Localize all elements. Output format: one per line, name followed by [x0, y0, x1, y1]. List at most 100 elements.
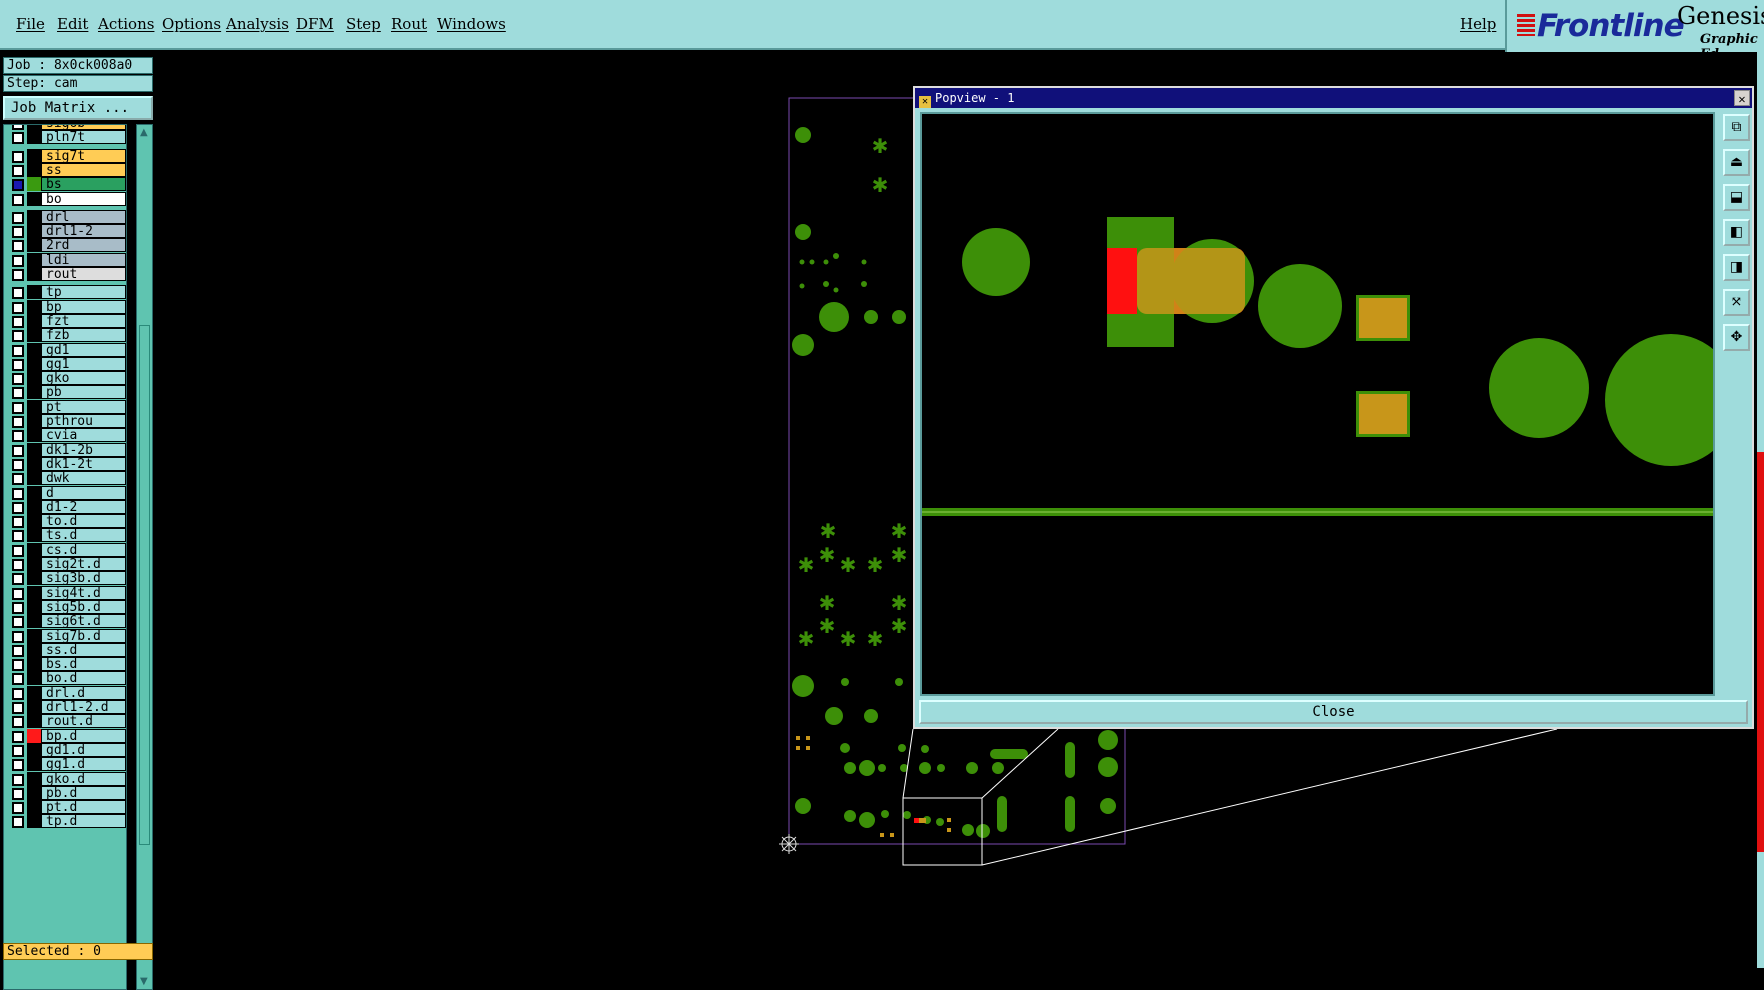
layer-checkbox[interactable]: [12, 473, 24, 486]
layer-color-swatch[interactable]: [27, 125, 41, 130]
popview-titlebar[interactable]: ✕ Popview - 1 ✕: [915, 88, 1752, 108]
layer-name[interactable]: gko.d: [41, 771, 126, 786]
layer-checkbox[interactable]: [12, 132, 24, 145]
layer-color-swatch[interactable]: [27, 328, 41, 343]
layer-checkbox[interactable]: [12, 125, 24, 130]
layer-row[interactable]: tp.d: [4, 814, 126, 829]
layer-row[interactable]: bp.d: [4, 728, 126, 744]
layer-color-swatch[interactable]: [27, 371, 41, 386]
layer-row[interactable]: ss: [4, 162, 126, 178]
layer-name[interactable]: drl: [41, 209, 126, 224]
layer-checkbox[interactable]: [12, 559, 24, 571]
layer-row[interactable]: fzt: [4, 313, 126, 329]
layer-row[interactable]: bo: [4, 191, 126, 207]
menu-actions[interactable]: Actions: [98, 15, 154, 33]
popview-close-button[interactable]: Close: [919, 700, 1748, 724]
layer-color-swatch[interactable]: [27, 785, 41, 800]
layer-color-swatch[interactable]: [27, 399, 41, 414]
layer-checkbox[interactable]: [12, 358, 24, 371]
layer-name[interactable]: bs: [41, 177, 126, 192]
layer-list[interactable]: sig6bpln7tsig7tssbsbodrldrl1-22rdldirout…: [3, 124, 127, 990]
layer-checkbox[interactable]: [12, 401, 24, 414]
layer-color-swatch[interactable]: [27, 191, 41, 206]
layer-color-swatch[interactable]: [27, 628, 41, 643]
layer-color-swatch[interactable]: [27, 499, 41, 514]
layer-color-swatch[interactable]: [27, 657, 41, 672]
layer-row[interactable]: to.d: [4, 514, 126, 529]
layer-color-swatch[interactable]: [27, 148, 41, 163]
layer-name[interactable]: ts.d: [41, 528, 126, 543]
layer-color-swatch[interactable]: [27, 414, 41, 428]
layer-checkbox[interactable]: [12, 240, 24, 253]
layer-checkbox[interactable]: [12, 687, 24, 700]
menu-options[interactable]: Options: [162, 15, 221, 33]
layer-row[interactable]: cvia: [4, 428, 126, 443]
layer-row[interactable]: dk1-2b: [4, 442, 126, 458]
layer-color-swatch[interactable]: [27, 614, 41, 629]
layer-color-swatch[interactable]: [27, 267, 41, 281]
layer-name[interactable]: cs.d: [41, 542, 126, 557]
layer-checkbox[interactable]: [12, 816, 24, 829]
menu-step[interactable]: Step: [346, 15, 381, 33]
layer-name[interactable]: drl1-2: [41, 224, 126, 239]
layer-color-swatch[interactable]: [27, 685, 41, 700]
layer-row[interactable]: rout.d: [4, 714, 126, 729]
layer-row[interactable]: gd1.d: [4, 742, 126, 758]
layer-color-swatch[interactable]: [27, 528, 41, 543]
layer-name[interactable]: pb.d: [41, 785, 126, 800]
layer-name[interactable]: pt: [41, 399, 126, 414]
layer-checkbox[interactable]: [12, 226, 24, 239]
scroll-up-icon[interactable]: ▲: [140, 127, 148, 138]
layer-row[interactable]: gko.d: [4, 771, 126, 787]
scroll-down-icon[interactable]: ▼: [140, 976, 148, 987]
pan-left-icon[interactable]: ◧: [1723, 219, 1750, 246]
layer-checkbox[interactable]: [12, 330, 24, 343]
layer-name[interactable]: gg1.d: [41, 757, 126, 772]
layer-name[interactable]: pln7t: [41, 130, 126, 145]
layer-name[interactable]: sig7b.d: [41, 628, 126, 643]
zoom-in-icon[interactable]: ⤧: [1723, 289, 1750, 316]
layer-checkbox[interactable]: [12, 269, 24, 281]
layer-row[interactable]: gg1: [4, 356, 126, 372]
layer-row[interactable]: fzb: [4, 328, 126, 343]
menu-analysis[interactable]: Analysis: [226, 15, 289, 33]
layer-color-swatch[interactable]: [27, 428, 41, 443]
layer-color-swatch[interactable]: [27, 742, 41, 757]
layer-checkbox[interactable]: [12, 458, 24, 471]
pan-down-icon[interactable]: ⬓: [1723, 184, 1750, 211]
layer-checkbox[interactable]: [12, 487, 24, 500]
layer-name[interactable]: sig5b.d: [41, 599, 126, 614]
layer-color-swatch[interactable]: [27, 456, 41, 471]
layer-name[interactable]: tp: [41, 285, 126, 300]
layer-name[interactable]: d: [41, 485, 126, 500]
layer-row[interactable]: sig6t.d: [4, 614, 126, 629]
layer-name[interactable]: dk1-2b: [41, 442, 126, 457]
layer-row[interactable]: sig5b.d: [4, 599, 126, 615]
layer-name[interactable]: sig3b.d: [41, 571, 126, 586]
layer-checkbox[interactable]: [12, 444, 24, 457]
layer-color-swatch[interactable]: [27, 599, 41, 614]
layer-row[interactable]: dwk: [4, 471, 126, 486]
layer-color-swatch[interactable]: [27, 177, 41, 192]
layer-row[interactable]: d1-2: [4, 499, 126, 515]
layer-name[interactable]: 2rd: [41, 238, 126, 253]
menu-file[interactable]: File: [16, 15, 45, 33]
layer-checkbox[interactable]: [12, 744, 24, 757]
layer-color-swatch[interactable]: [27, 162, 41, 177]
layer-checkbox[interactable]: [12, 416, 24, 428]
layer-name[interactable]: bp: [41, 299, 126, 314]
layer-checkbox[interactable]: [12, 616, 24, 629]
layer-name[interactable]: dwk: [41, 471, 126, 486]
layer-row[interactable]: pt: [4, 399, 126, 415]
layer-checkbox[interactable]: [12, 730, 24, 743]
layer-checkbox[interactable]: [12, 501, 24, 514]
layer-checkbox[interactable]: [12, 430, 24, 443]
layer-checkbox[interactable]: [12, 516, 24, 529]
layer-checkbox[interactable]: [12, 179, 24, 192]
layer-color-swatch[interactable]: [27, 252, 41, 267]
layer-color-swatch[interactable]: [27, 800, 41, 815]
layer-color-swatch[interactable]: [27, 130, 41, 145]
menu-edit[interactable]: Edit: [57, 15, 88, 33]
layer-checkbox[interactable]: [12, 644, 24, 657]
menu-dfm[interactable]: DFM: [296, 15, 334, 33]
